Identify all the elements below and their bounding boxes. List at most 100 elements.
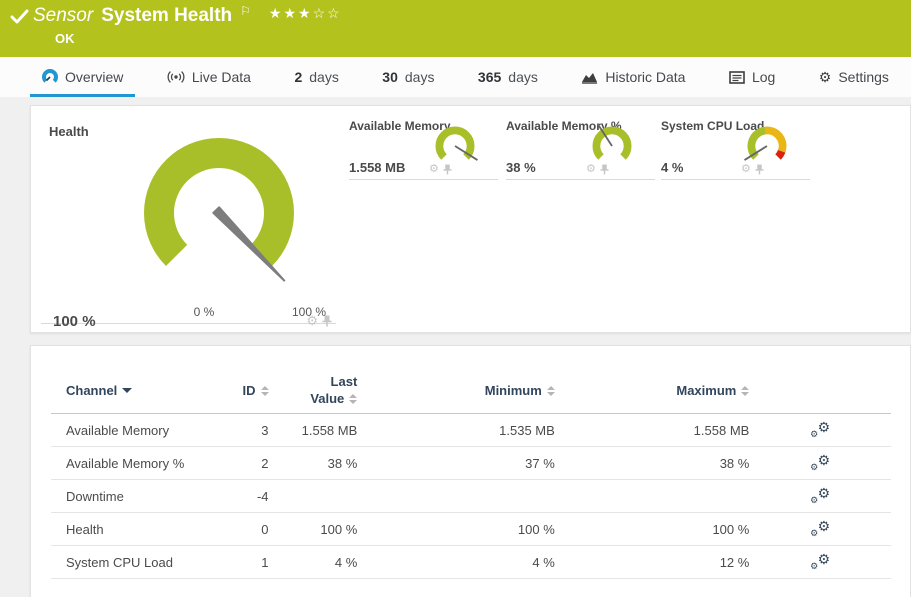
column-header-minimum[interactable]: Minimum [357,383,555,398]
channel-name[interactable]: Available Memory % [51,456,206,471]
sensor-tab-bar: Overview Live Data 2 days 30 days 365 da… [0,57,911,97]
health-gauge [119,113,319,313]
channel-minimum: 37 % [357,456,555,471]
sort-icon [547,386,555,396]
tab-live-data[interactable]: Live Data [155,57,263,97]
tab-historic-data-label: Historic Data [605,69,685,85]
area-chart-icon [581,70,598,84]
gauge-widget-available-memory: Available Memory 1.558 MB ⚙ [349,116,498,180]
page-title: System Health [101,5,232,27]
channel-settings-icon[interactable]: ⚙⚙ [810,421,830,439]
sort-icon [261,386,269,396]
gear-icon[interactable]: ⚙ [306,314,318,327]
channel-id: 3 [206,423,269,438]
channel-settings-icon[interactable]: ⚙⚙ [810,553,830,571]
channel-maximum: 100 % [555,522,750,537]
gear-icon[interactable]: ⚙ [429,164,439,175]
tab-365-days-number: 365 [478,69,501,85]
tab-historic-data[interactable]: Historic Data [569,57,697,97]
system-cpu-load-value: 4 % [661,160,683,175]
table-header-row: Channel ID Last Value Minimum Ma [51,368,891,414]
tab-log-label: Log [752,69,775,85]
gauge-widget-available-memory-pct: Available Memory % 38 % ⚙ [506,116,655,180]
channel-id: -4 [206,489,269,504]
channel-name[interactable]: Downtime [51,489,206,504]
channel-id: 2 [206,456,269,471]
column-header-last-value[interactable]: Last Value [269,374,358,408]
pin-icon[interactable] [443,164,452,175]
stars-empty[interactable]: ☆☆ [313,5,342,21]
gauge-widget-health: Health 0 % 100 % 100 % ⚙ [41,116,336,324]
table-row-available-memory: Available Memory 3 1.558 MB 1.535 MB 1.5… [51,414,891,447]
tab-settings[interactable]: ⚙ Settings [807,57,901,97]
gauge-min-label: 0 % [174,305,234,319]
tab-2-days[interactable]: 2 days [282,57,350,97]
tab-2-days-number: 2 [294,69,302,85]
channel-maximum: 12 % [555,555,750,570]
gear-icon: ⚙ [819,69,832,86]
channel-minimum: 1.535 MB [357,423,555,438]
channel-minimum: 4 % [357,555,555,570]
channel-last-value: 4 % [269,555,358,570]
tab-overview-label: Overview [65,69,123,85]
tab-30-days[interactable]: 30 days [370,57,446,97]
channel-settings-icon[interactable]: ⚙⚙ [810,454,830,472]
channels-panel: Channel ID Last Value Minimum Ma [30,345,911,597]
health-value: 100 % [53,313,96,330]
tab-log[interactable]: Log [717,57,787,97]
channel-last-value: 1.558 MB [269,423,358,438]
channel-minimum: 100 % [357,522,555,537]
tab-settings-label: Settings [838,69,889,85]
table-row-health: Health 0 100 % 100 % 100 % ⚙⚙ [51,513,891,546]
channel-name[interactable]: Health [51,522,206,537]
available-memory-value: 1.558 MB [349,160,405,175]
sensor-status-header: Sensor System Health ⚐ ★★★☆☆ OK [0,0,911,57]
pin-icon[interactable] [322,315,332,327]
stars-filled[interactable]: ★★★ [269,5,313,21]
broadcast-icon [167,70,185,84]
flag-icon[interactable]: ⚐ [240,4,251,18]
tab-365-days[interactable]: 365 days [466,57,550,97]
tab-365-days-unit: days [508,69,538,85]
channel-name[interactable]: System CPU Load [51,555,206,570]
channel-settings-icon[interactable]: ⚙⚙ [810,520,830,538]
sort-icon [741,386,749,396]
pin-icon[interactable] [755,164,764,175]
channel-maximum: 38 % [555,456,750,471]
channel-settings-icon[interactable]: ⚙⚙ [810,487,830,505]
available-memory-pct-value: 38 % [506,160,536,175]
sort-desc-icon [122,388,132,393]
tab-live-data-label: Live Data [192,69,251,85]
gear-icon[interactable]: ⚙ [586,164,596,175]
column-header-id[interactable]: ID [206,383,269,398]
channel-id: 1 [206,555,269,570]
column-header-maximum[interactable]: Maximum [555,383,750,398]
tab-30-days-unit: days [405,69,435,85]
channel-last-value: 38 % [269,456,358,471]
tab-30-days-number: 30 [382,69,398,85]
column-header-channel[interactable]: Channel [51,383,206,398]
gauge-icon [42,69,58,85]
gauge-title: Health [49,124,89,139]
sort-icon [349,394,357,404]
tab-2-days-unit: days [309,69,339,85]
object-kind-label: Sensor [33,5,93,27]
log-list-icon [729,71,745,84]
channel-last-value: 100 % [269,522,358,537]
gear-icon[interactable]: ⚙ [741,164,751,175]
table-row-downtime: Downtime -4 ⚙⚙ [51,480,891,513]
channel-name[interactable]: Available Memory [51,423,206,438]
table-row-system-cpu-load: System CPU Load 1 4 % 4 % 12 % ⚙⚙ [51,546,891,579]
tab-overview[interactable]: Overview [30,57,135,97]
gauge-widget-system-cpu-load: System CPU Load 4 % ⚙ [661,116,810,180]
channel-id: 0 [206,522,269,537]
content-area: Health 0 % 100 % 100 % ⚙ Available Memor… [0,97,911,597]
channel-table: Channel ID Last Value Minimum Ma [51,368,891,579]
status-badge: OK [55,31,75,46]
pin-icon[interactable] [600,164,609,175]
priority-stars[interactable]: ★★★☆☆ [269,5,342,22]
table-row-available-memory-pct: Available Memory % 2 38 % 37 % 38 % ⚙⚙ [51,447,891,480]
ok-check-icon [10,9,29,30]
gauges-panel: Health 0 % 100 % 100 % ⚙ Available Memor… [30,105,911,333]
channel-maximum: 1.558 MB [555,423,750,438]
